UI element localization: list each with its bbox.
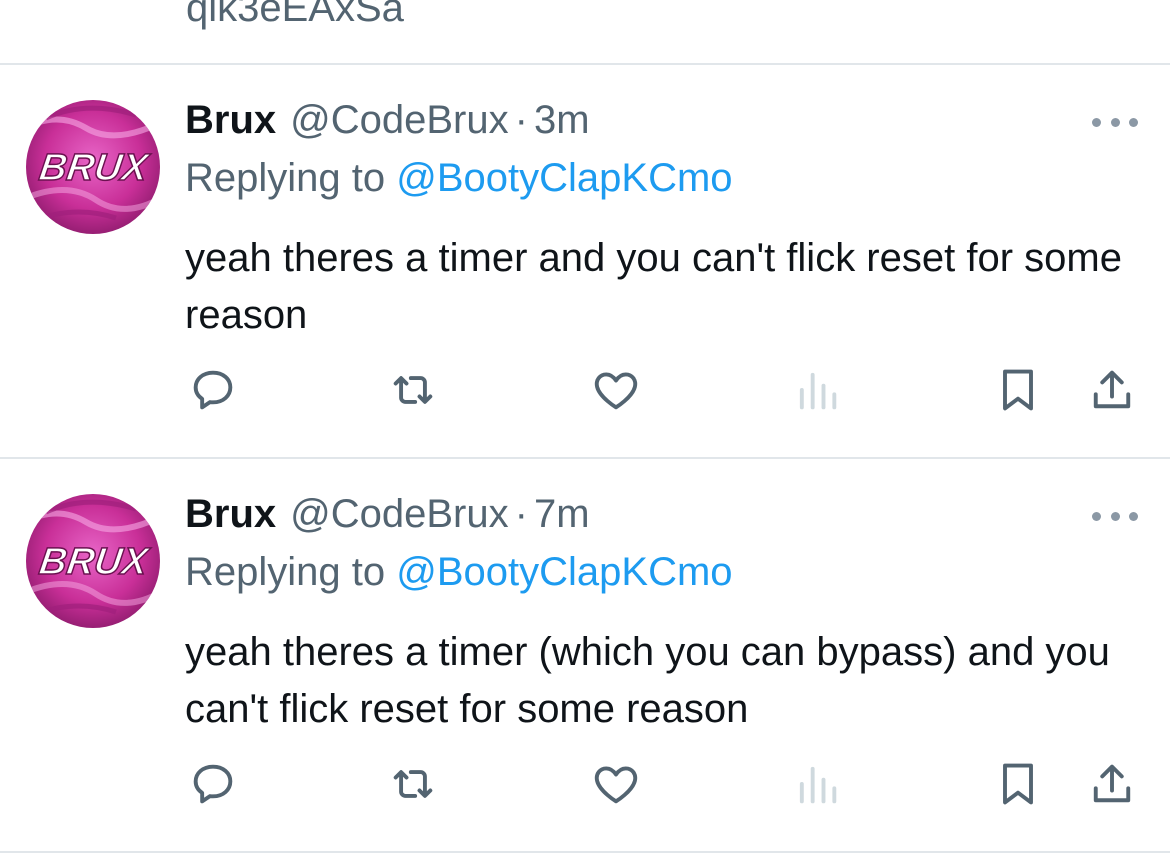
action-bar bbox=[0, 362, 1170, 422]
svg-text:BRUX: BRUX bbox=[37, 146, 153, 189]
avatar[interactable]: BRUX bbox=[26, 100, 160, 234]
retweet-icon bbox=[393, 376, 433, 404]
mention-link[interactable]: @BootyClapKCmo bbox=[396, 550, 732, 594]
display-name[interactable]: Brux bbox=[185, 98, 276, 143]
tweet-text: yeah theres a timer (which you can bypas… bbox=[185, 630, 1110, 731]
user-handle[interactable]: @CodeBrux bbox=[290, 98, 508, 143]
separator-dot: · bbox=[514, 98, 528, 142]
previous-tweet-text: qik3eEAxSa bbox=[186, 0, 404, 30]
tweet[interactable]: BRUX Brux @CodeBrux · 3m Replying to @Bo… bbox=[0, 64, 1170, 458]
bookmark-button[interactable] bbox=[990, 756, 1046, 812]
share-icon bbox=[1093, 370, 1131, 409]
tweet[interactable]: BRUX Brux @CodeBrux · 7m Replying to @Bo… bbox=[0, 458, 1170, 852]
views-button[interactable] bbox=[789, 756, 845, 812]
views-button[interactable] bbox=[789, 362, 845, 418]
action-bar bbox=[0, 756, 1170, 816]
like-button[interactable] bbox=[588, 362, 644, 418]
like-button[interactable] bbox=[588, 756, 644, 812]
more-icon[interactable] bbox=[1092, 508, 1138, 524]
replying-to: Replying to @BootyClapKCmo bbox=[185, 156, 733, 201]
retweet-button[interactable] bbox=[385, 756, 441, 812]
reply-button[interactable] bbox=[185, 756, 241, 812]
separator-dot: · bbox=[514, 492, 528, 536]
mention-link[interactable]: @BootyClapKCmo bbox=[396, 156, 732, 200]
user-handle[interactable]: @CodeBrux bbox=[290, 492, 508, 537]
divider bbox=[0, 851, 1170, 853]
tweet-header: Brux @CodeBrux · 3m bbox=[185, 98, 590, 150]
bookmark-icon bbox=[1003, 369, 1033, 411]
timestamp[interactable]: 7m bbox=[534, 492, 590, 537]
views-icon bbox=[799, 372, 837, 410]
reply-button[interactable] bbox=[185, 362, 241, 418]
more-icon[interactable] bbox=[1092, 114, 1138, 130]
share-icon bbox=[1093, 764, 1131, 803]
retweet-button[interactable] bbox=[385, 362, 441, 418]
replying-to: Replying to @BootyClapKCmo bbox=[185, 550, 733, 595]
replying-to-label: Replying to bbox=[185, 156, 397, 200]
share-button[interactable] bbox=[1084, 362, 1140, 418]
avatar-image: BRUX bbox=[26, 494, 160, 628]
timestamp[interactable]: 3m bbox=[534, 98, 590, 143]
tweet-text: yeah theres a timer and you can't flick … bbox=[185, 236, 1122, 337]
reply-icon bbox=[193, 764, 233, 804]
heart-icon bbox=[594, 766, 638, 804]
svg-text:BRUX: BRUX bbox=[37, 540, 153, 583]
bookmark-button[interactable] bbox=[990, 362, 1046, 418]
reply-icon bbox=[193, 370, 233, 410]
display-name[interactable]: Brux bbox=[185, 492, 276, 537]
retweet-icon bbox=[393, 770, 433, 798]
replying-to-label: Replying to bbox=[185, 550, 397, 594]
views-icon bbox=[799, 766, 837, 804]
bookmark-icon bbox=[1003, 763, 1033, 805]
tweet-header: Brux @CodeBrux · 7m bbox=[185, 492, 590, 544]
share-button[interactable] bbox=[1084, 756, 1140, 812]
heart-icon bbox=[594, 372, 638, 410]
avatar[interactable]: BRUX bbox=[26, 494, 160, 628]
avatar-image: BRUX bbox=[26, 100, 160, 234]
